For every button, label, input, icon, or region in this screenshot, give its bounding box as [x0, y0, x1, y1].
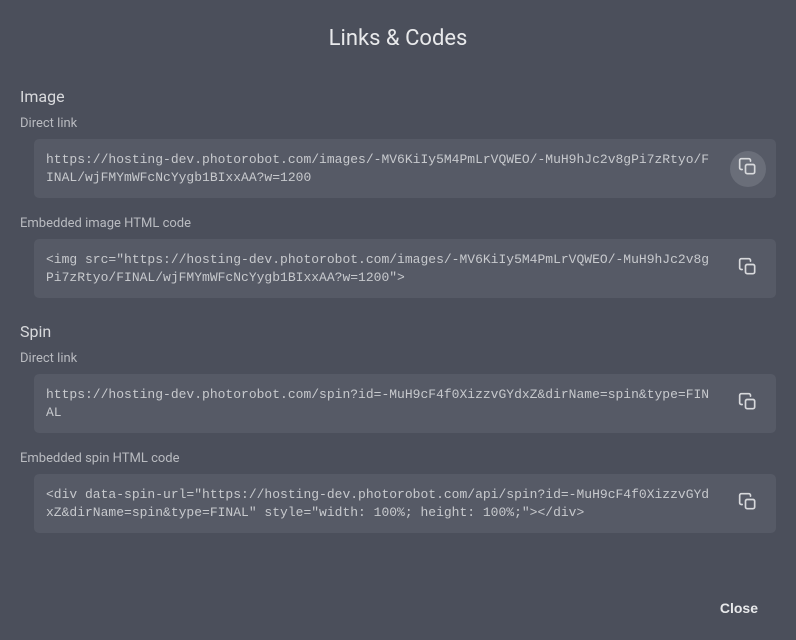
close-button[interactable]: Close — [712, 594, 766, 622]
copy-image-direct-link-button[interactable] — [730, 151, 766, 187]
copy-icon — [738, 157, 758, 180]
section-header-spin: Spin — [20, 322, 776, 341]
spin-embed-label: Embedded spin HTML code — [20, 451, 776, 466]
image-embed-label: Embedded image HTML code — [20, 216, 776, 231]
image-embed-row: <img src="https://hosting-dev.photorobot… — [34, 239, 776, 298]
image-direct-link-row: https://hosting-dev.photorobot.com/image… — [34, 139, 776, 198]
spin-embed-row: <div data-spin-url="https://hosting-dev.… — [34, 474, 776, 533]
dialog-footer: Close — [20, 578, 776, 640]
copy-spin-embed-button[interactable] — [730, 486, 766, 522]
spin-embed-value[interactable]: <div data-spin-url="https://hosting-dev.… — [34, 474, 726, 533]
spin-direct-link-value[interactable]: https://hosting-dev.photorobot.com/spin?… — [34, 374, 726, 433]
section-header-image: Image — [20, 87, 776, 106]
copy-image-embed-button[interactable] — [730, 251, 766, 287]
image-direct-link-label: Direct link — [20, 116, 776, 131]
image-direct-link-value[interactable]: https://hosting-dev.photorobot.com/image… — [34, 139, 726, 198]
copy-icon — [738, 257, 758, 280]
copy-spin-direct-link-button[interactable] — [730, 386, 766, 422]
dialog-title: Links & Codes — [20, 26, 776, 51]
spin-direct-link-row: https://hosting-dev.photorobot.com/spin?… — [34, 374, 776, 433]
copy-icon — [738, 392, 758, 415]
links-codes-dialog: Links & Codes Image Direct link https://… — [0, 0, 796, 640]
copy-icon — [738, 492, 758, 515]
image-embed-value[interactable]: <img src="https://hosting-dev.photorobot… — [34, 239, 726, 298]
spin-direct-link-label: Direct link — [20, 351, 776, 366]
